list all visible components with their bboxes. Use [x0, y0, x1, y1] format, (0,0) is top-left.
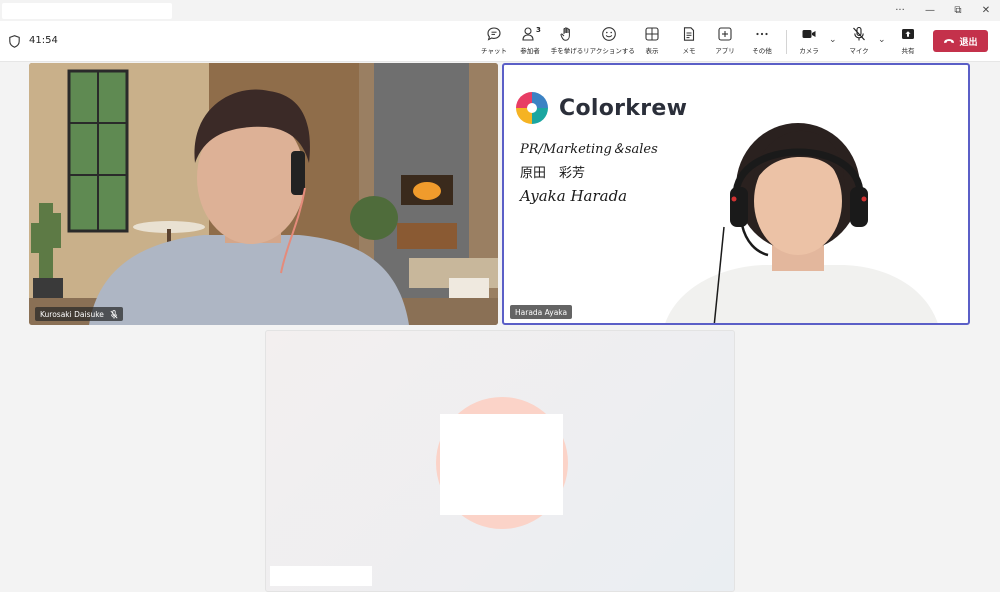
- card-role: PR/Marketing＆sales: [520, 142, 658, 157]
- view-button[interactable]: 表示: [639, 26, 665, 58]
- hand-icon: [560, 27, 570, 41]
- teams-meeting-window: ··· — ⧉ ✕ 41:54 チャット 3 参加者 手を挙げる リアクションす…: [0, 0, 1000, 592]
- camera-icon: [802, 30, 816, 38]
- meeting-toolbar: 41:54 チャット 3 参加者 手を挙げる リアクションする 表示 メモ アプ…: [0, 21, 1000, 62]
- participant-name: Kurosaki Daisuke: [40, 309, 104, 319]
- apps-label: アプリ: [715, 47, 735, 55]
- raise-hand-label: 手を挙げる: [550, 47, 584, 55]
- participant-name-tag: Kurosaki Daisuke: [35, 307, 123, 321]
- avatar-initials: [440, 414, 563, 515]
- mic-off-icon: [853, 26, 865, 41]
- shield-icon: [9, 35, 20, 48]
- participant-name-tag: [270, 566, 372, 586]
- mic-options-chevron-icon[interactable]: ⌄: [878, 35, 886, 45]
- participants-button[interactable]: 3 参加者: [515, 26, 545, 58]
- react-button[interactable]: リアクションする: [583, 26, 635, 58]
- minimize-icon[interactable]: —: [915, 0, 945, 21]
- more-icon[interactable]: ···: [885, 0, 915, 21]
- hang-up-icon: [944, 39, 955, 44]
- notes-label: メモ: [682, 47, 696, 55]
- colorkrew-logo-icon: [516, 92, 548, 124]
- mic-button[interactable]: マイク: [846, 26, 872, 58]
- share-icon: [902, 29, 914, 39]
- chat-label: チャット: [481, 47, 507, 55]
- toolbar-divider: [786, 30, 787, 54]
- chat-icon: [487, 27, 501, 41]
- close-icon[interactable]: ✕: [971, 0, 1000, 21]
- more-options-button[interactable]: その他: [748, 26, 776, 58]
- mic-label: マイク: [849, 47, 869, 55]
- camera-options-chevron-icon[interactable]: ⌄: [829, 35, 837, 45]
- share-button[interactable]: 共有: [896, 26, 920, 58]
- camera-button[interactable]: カメラ: [796, 26, 822, 58]
- leave-label: 退出: [959, 37, 978, 48]
- card-japanese-name: 原田 彩芳: [520, 166, 586, 181]
- chat-button[interactable]: チャット: [480, 26, 508, 58]
- react-label: リアクションする: [583, 47, 635, 55]
- more-icon: [756, 32, 768, 36]
- leave-button[interactable]: 退出: [933, 30, 988, 52]
- participant-video: [29, 63, 498, 325]
- mic-muted-icon: [110, 309, 118, 319]
- participant-video: [665, 123, 938, 323]
- share-label: 共有: [901, 47, 915, 55]
- window-title: [2, 3, 172, 19]
- apps-button[interactable]: アプリ: [712, 26, 738, 58]
- video-tile-participant-3[interactable]: [265, 330, 735, 592]
- meeting-timer: 41:54: [29, 35, 58, 46]
- raise-hand-button[interactable]: 手を挙げる: [550, 26, 584, 58]
- video-tile-kurosaki[interactable]: Kurosaki Daisuke: [29, 63, 498, 325]
- participant-count: 3: [536, 26, 541, 34]
- video-tile-harada[interactable]: Colorkrew PR/Marketing＆sales 原田 彩芳 Ayaka…: [502, 63, 970, 325]
- notes-icon: [683, 27, 695, 41]
- notes-button[interactable]: メモ: [676, 26, 702, 58]
- title-bar: ··· — ⧉ ✕: [0, 0, 1000, 21]
- camera-label: カメラ: [799, 47, 819, 55]
- grid-icon: [645, 27, 659, 41]
- smile-icon: [602, 27, 616, 41]
- participant-name: Harada Ayaka: [515, 307, 568, 317]
- restore-icon[interactable]: ⧉: [943, 0, 973, 21]
- plus-icon: [718, 27, 732, 41]
- participants-label: 参加者: [520, 47, 540, 55]
- view-label: 表示: [645, 47, 659, 55]
- more-label: その他: [752, 47, 772, 55]
- card-english-name: Ayaka Harada: [520, 187, 628, 205]
- participant-name-tag: Harada Ayaka: [510, 305, 573, 319]
